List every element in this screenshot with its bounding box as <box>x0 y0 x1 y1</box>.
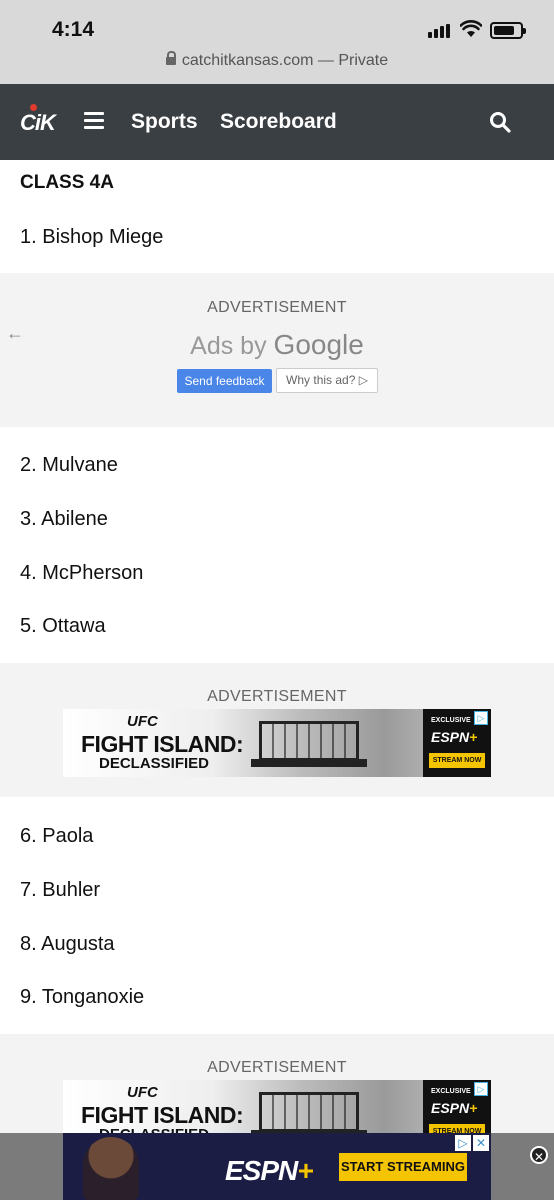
ad-label: ADVERTISEMENT <box>207 1059 347 1076</box>
ranking-item: 4. McPherson <box>20 562 144 584</box>
close-icon[interactable]: ✕ <box>530 1146 548 1164</box>
ranking-item: 9. Tonganoxie <box>20 986 145 1008</box>
octagon-base <box>251 759 367 767</box>
ranking-item: 5. Ottawa <box>20 615 106 637</box>
clock: 4:14 <box>52 18 95 41</box>
ad-label: ADVERTISEMENT <box>207 688 347 705</box>
battery-icon <box>490 22 526 39</box>
site-header: CiK Sports Scoreboard <box>0 84 554 160</box>
lock-icon <box>165 51 176 65</box>
octagon-image <box>259 1092 359 1132</box>
cellular-signal-icon <box>428 24 450 38</box>
wifi-icon <box>460 20 482 37</box>
site-logo[interactable]: CiK <box>20 104 56 136</box>
ranking-item: 2. Mulvane <box>20 454 118 476</box>
logo-dot-icon <box>30 104 37 111</box>
google-wordmark: Google <box>273 329 364 360</box>
sticky-bottom-ad: ESPN+ START STREAMING ▷ ✕ <box>0 1133 554 1200</box>
ufc-logo: UFC <box>127 1084 158 1101</box>
address-bar[interactable]: catchitkansas.com — Private <box>0 51 554 70</box>
ad-headline: FIGHT ISLAND: <box>81 731 244 757</box>
ad-label: ADVERTISEMENT <box>207 299 347 316</box>
ad-container: ADVERTISEMENT UFC FIGHT ISLAND: DECLASSI… <box>0 663 554 797</box>
nav-link-sports[interactable]: Sports <box>131 110 198 134</box>
adchoices-icon[interactable]: ▷ <box>474 711 488 725</box>
why-this-ad-button[interactable]: Why this ad? ▷ <box>276 368 378 393</box>
ranking-item: 1. Bishop Miege <box>20 226 164 248</box>
espn-plus-logo: ESPN+ <box>431 729 478 745</box>
ranking-item: 7. Buhler <box>20 879 101 901</box>
start-streaming-button[interactable]: START STREAMING <box>339 1153 467 1181</box>
octagon-image <box>259 721 359 761</box>
espn-plus-logo: ESPN+ <box>225 1155 314 1186</box>
fighter-image <box>83 1137 139 1200</box>
logo-text: CiK <box>20 110 56 135</box>
exclusive-text: EXCLUSIVE <box>431 1088 471 1095</box>
ufc-logo: UFC <box>127 713 158 730</box>
ios-status-bar: 4:14 catchitkansas.com — Private <box>0 0 554 84</box>
ad-close-x-icon[interactable]: ✕ <box>473 1135 489 1151</box>
send-feedback-button[interactable]: Send feedback <box>177 369 272 393</box>
ranking-item: 3. Abilene <box>20 508 108 530</box>
adchoices-icon[interactable]: ▷ <box>474 1082 488 1096</box>
search-icon[interactable] <box>488 110 512 134</box>
ad-container: ADVERTISEMENT ← Ads by Google Send feedb… <box>0 273 554 427</box>
ad-subheadline: DECLASSIFIED <box>99 755 210 772</box>
nav-link-scoreboard[interactable]: Scoreboard <box>220 110 337 134</box>
ranking-item: 6. Paola <box>20 825 94 847</box>
hamburger-menu-icon[interactable] <box>84 112 104 130</box>
ads-by-text: Ads by <box>190 332 267 360</box>
ad-controls: ▷ ✕ <box>455 1135 489 1151</box>
ufc-banner-ad[interactable]: UFC FIGHT ISLAND: DECLASSIFIED EXCLUSIVE… <box>63 709 491 777</box>
adchoices-icon[interactable]: ▷ <box>455 1135 471 1151</box>
exclusive-text: EXCLUSIVE <box>431 717 471 724</box>
ad-headline: FIGHT ISLAND: <box>81 1102 244 1128</box>
ranking-item: 8. Augusta <box>20 933 115 955</box>
stream-now-button[interactable]: STREAM NOW <box>429 753 485 768</box>
url-text: catchitkansas.com — Private <box>181 52 389 69</box>
section-title: CLASS 4A <box>20 172 114 193</box>
espn-plus-banner-ad[interactable]: ESPN+ START STREAMING ▷ ✕ <box>63 1133 491 1200</box>
ads-by-google: Ads by Google <box>0 329 554 361</box>
espn-plus-logo: ESPN+ <box>431 1100 478 1116</box>
